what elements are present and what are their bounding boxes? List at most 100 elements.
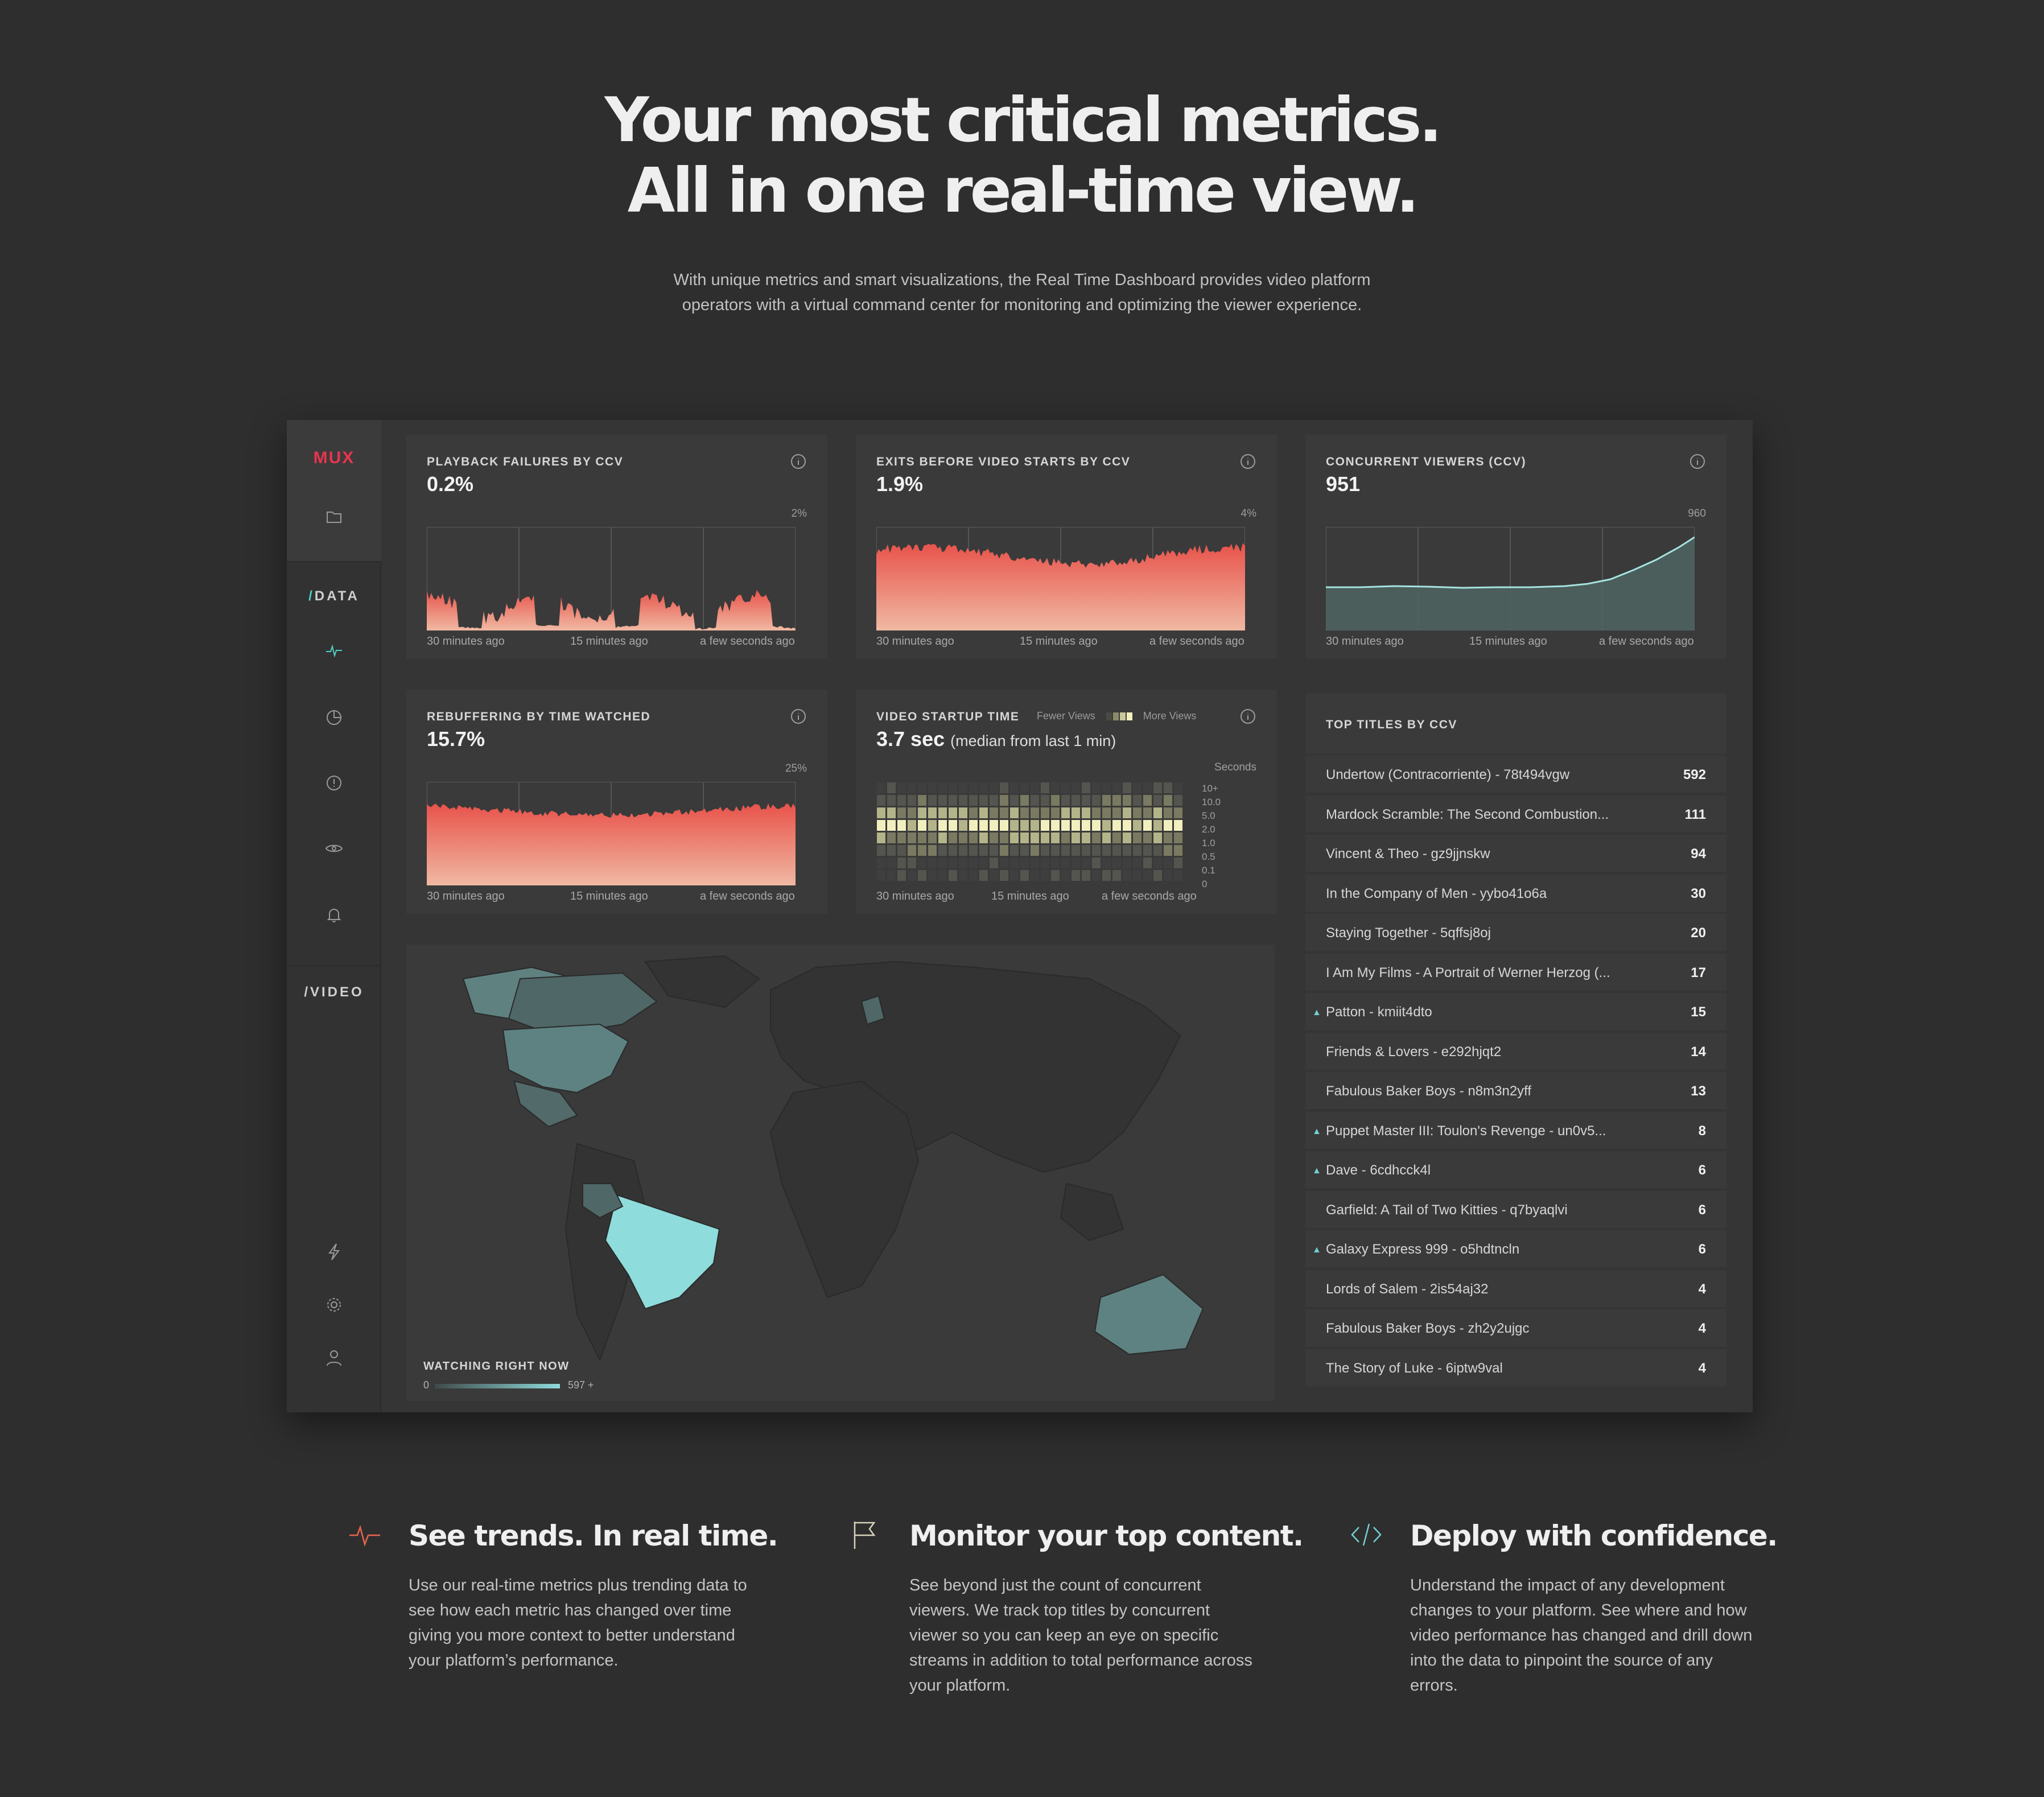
heatmap-cell	[887, 782, 896, 793]
table-row[interactable]: Fabulous Baker Boys - n8m3n2yff 13	[1305, 1072, 1726, 1109]
heatmap-cell	[1031, 858, 1039, 868]
table-row[interactable]: Vincent & Theo - gz9jjnskw 94	[1305, 835, 1726, 872]
heatmap-cell	[949, 807, 957, 818]
eye-icon[interactable]	[323, 837, 345, 860]
title-name: Dave - 6cdhcck4l	[1326, 1163, 1431, 1178]
alert-icon[interactable]	[323, 772, 345, 794]
feature-title: See trends. In real time.	[409, 1519, 778, 1552]
title-count: 4	[1698, 1281, 1706, 1297]
info-icon[interactable]	[790, 453, 807, 470]
heatmap-cell	[908, 782, 916, 793]
table-row[interactable]: In the Company of Men - yybo41o6a 30	[1305, 874, 1726, 912]
heatmap-cell	[1031, 820, 1039, 831]
table-row[interactable]: ▲ Puppet Master III: Toulon's Revenge - u…	[1305, 1111, 1726, 1149]
heatmap-y-ticks: 10+ 10.0 5.0 2.0 1.0 0.5 0.1 0	[1202, 775, 1264, 889]
table-row[interactable]: Garfield: A Tail of Two Kitties - q7byaq…	[1305, 1190, 1726, 1228]
heatmap-cell	[938, 845, 947, 856]
heatmap-cell	[1072, 795, 1080, 806]
table-row[interactable]: ▲ Patton - kmiit4dto 15	[1305, 993, 1726, 1030]
heatmap-cell	[1041, 795, 1049, 806]
heatmap-cell	[1051, 845, 1060, 856]
heatmap-cell	[928, 832, 937, 843]
panel-value: 15.7%	[427, 727, 485, 751]
info-icon[interactable]	[1239, 453, 1256, 470]
pulse-icon[interactable]	[323, 639, 345, 662]
heatmap-cell	[897, 858, 906, 868]
heatmap-cell	[1061, 845, 1070, 856]
heatmap-cell	[877, 858, 885, 868]
title-count: 15	[1691, 1004, 1706, 1020]
heatmap-cell	[1031, 845, 1039, 856]
map-legend-bar	[435, 1384, 560, 1388]
trending-up-icon: ▲	[1312, 1126, 1321, 1136]
gear-icon[interactable]	[323, 1293, 345, 1316]
heatmap-cell	[1174, 820, 1182, 831]
heatmap-cell	[1102, 820, 1111, 831]
table-row[interactable]: Staying Together - 5qffsj8oj 20	[1305, 914, 1726, 951]
heatmap-cell	[1092, 820, 1101, 831]
heatmap-cell	[938, 820, 947, 831]
table-row[interactable]: I Am My Films - A Portrait of Werner Her…	[1305, 953, 1726, 991]
heatmap-cell	[918, 832, 926, 843]
panel-rebuffering: REBUFFERING BY TIME WATCHED 15.7% 25% 30…	[406, 690, 827, 914]
sidebar-video-label[interactable]: /VIDEO	[287, 984, 381, 1000]
heatmap-cell	[1123, 807, 1131, 818]
heatmap-cell	[1051, 832, 1060, 843]
heatmap-cell	[918, 795, 926, 806]
mux-logo[interactable]: MUX	[287, 448, 381, 468]
table-row[interactable]: Undertow (Contracorriente) - 78t494vgw 59…	[1305, 756, 1726, 793]
heatmap-y-tick: 10+	[1202, 783, 1218, 794]
table-row[interactable]: Fabulous Baker Boys - zh2y2ujgc 4	[1305, 1309, 1726, 1346]
table-row[interactable]: Lords of Salem - 2is54aj32 4	[1305, 1270, 1726, 1307]
info-icon[interactable]	[1689, 453, 1706, 470]
heatmap-cell	[877, 870, 885, 881]
title-name: Mardock Scramble: The Second Combustion.…	[1326, 806, 1609, 822]
world-map[interactable]	[406, 945, 1275, 1401]
heatmap-legend: Fewer Views More Views	[1037, 710, 1196, 722]
info-icon[interactable]	[1239, 708, 1256, 725]
feature-title: Monitor your top content.	[909, 1519, 1304, 1552]
heatmap-cell	[908, 832, 916, 843]
lightning-icon[interactable]	[323, 1240, 345, 1263]
heatmap-cell	[1174, 782, 1182, 793]
heatmap-cell	[887, 795, 896, 806]
ccv-chart[interactable]	[1326, 527, 1695, 630]
table-row[interactable]: ▲ Dave - 6cdhcck4l 6	[1305, 1151, 1726, 1188]
map-legend-min: 0	[423, 1379, 430, 1391]
heatmap-cell	[1143, 820, 1152, 831]
heatmap-cell	[1112, 858, 1121, 868]
heatmap-cell	[1112, 832, 1121, 843]
heatmap-cell	[1153, 782, 1162, 793]
table-row[interactable]: ▲ Galaxy Express 999 - o5hdtncln 6	[1305, 1230, 1726, 1267]
heatmap-cell	[1164, 807, 1172, 818]
heatmap-cell	[1072, 845, 1080, 856]
playback-failures-chart[interactable]	[427, 527, 796, 630]
bell-icon[interactable]	[323, 904, 345, 926]
exits-chart[interactable]	[876, 527, 1245, 630]
heatmap-cell	[1061, 870, 1070, 881]
heatmap-cell	[887, 845, 896, 856]
heatmap-cell	[938, 782, 947, 793]
panel-title: VIDEO STARTUP TIME	[876, 710, 1020, 723]
pie-chart-icon[interactable]	[323, 706, 345, 728]
folder-icon[interactable]	[323, 505, 345, 528]
table-row[interactable]: Friends & Lovers - e292hjqt2 14	[1305, 1032, 1726, 1070]
table-row[interactable]: Mardock Scramble: The Second Combustion.…	[1305, 795, 1726, 832]
sidebar-data-label[interactable]: /DATA	[287, 588, 381, 604]
heatmap-cell	[1092, 870, 1101, 881]
info-icon[interactable]	[790, 708, 807, 725]
heatmap-cell	[1051, 820, 1060, 831]
heatmap-y-tick: 0.5	[1202, 851, 1215, 862]
table-row[interactable]: The Story of Luke - 6iptw9val 4	[1305, 1349, 1726, 1386]
heatmap-cell	[1123, 820, 1131, 831]
heatmap-cell	[949, 820, 957, 831]
panel-value: 0.2%	[427, 472, 474, 496]
heatmap-cell	[979, 870, 988, 881]
startup-heatmap[interactable]	[876, 782, 1195, 885]
heatmap-cell	[918, 807, 926, 818]
user-icon[interactable]	[323, 1346, 345, 1369]
rebuffering-chart[interactable]	[427, 782, 796, 885]
heatmap-cell	[938, 870, 947, 881]
legend-more: More Views	[1143, 710, 1197, 722]
heatmap-cell	[1112, 795, 1121, 806]
